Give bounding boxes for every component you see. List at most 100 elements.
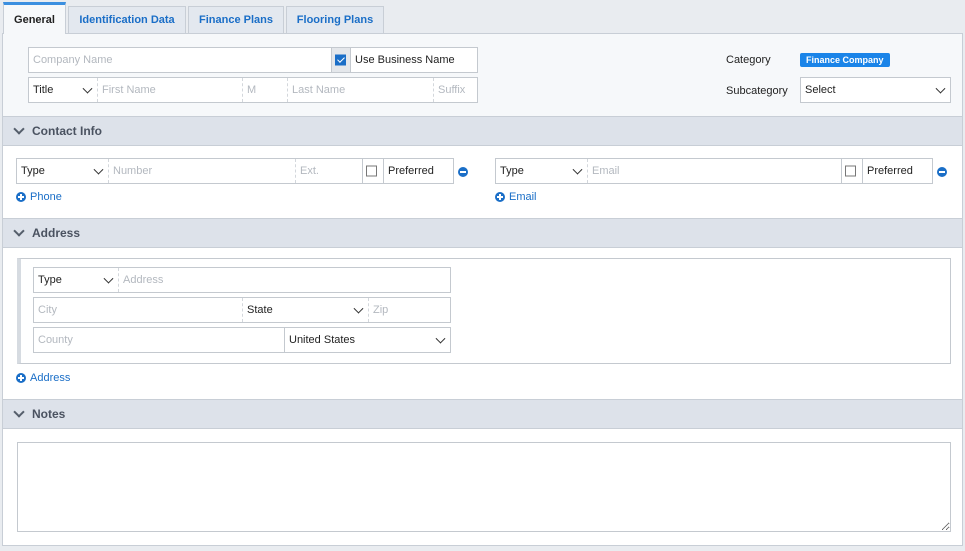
chevron-down-icon — [13, 406, 25, 418]
zip-placeholder: Zip — [373, 304, 389, 316]
chevron-down-icon — [13, 225, 25, 237]
subcategory-select[interactable]: Select — [800, 77, 951, 103]
phone-ext-placeholder: Ext. — [300, 165, 319, 177]
tab-label: Finance Plans — [199, 14, 273, 26]
email-type-value: Type — [500, 165, 524, 177]
phone-preferred-label: Preferred — [388, 165, 434, 177]
minus-circle-icon[interactable] — [458, 167, 468, 177]
phone-type-value: Type — [21, 165, 45, 177]
use-business-name-checkbox-cell[interactable] — [331, 48, 351, 72]
add-phone-link[interactable]: Phone — [16, 191, 62, 203]
section-title: Contact Info — [32, 124, 102, 138]
contact-info-body: Type Number Ext. Preferred Phone Type Em… — [3, 146, 962, 218]
chevron-down-icon — [93, 164, 104, 175]
add-phone-label: Phone — [30, 191, 62, 203]
plus-circle-icon — [16, 192, 26, 202]
email-type-select[interactable]: Type — [496, 159, 587, 183]
chevron-down-icon — [435, 333, 446, 344]
subcategory-select-value: Select — [801, 78, 950, 102]
phone-type-select[interactable]: Type — [17, 159, 108, 183]
zip-input[interactable]: Zip — [368, 298, 450, 322]
chevron-down-icon — [82, 83, 93, 94]
last-name-placeholder: Last Name — [292, 84, 346, 96]
address-placeholder: Address — [123, 274, 164, 286]
category-label: Category — [726, 54, 771, 66]
phone-group: Type Number Ext. Preferred — [16, 158, 454, 184]
address-card: Type Address City State Zip County Unite… — [17, 258, 951, 364]
person-name-group: Title First Name M Last Name Suffix — [28, 77, 478, 103]
phone-number-input[interactable]: Number — [108, 159, 295, 183]
notes-header[interactable]: Notes — [3, 399, 962, 429]
add-address-label: Address — [30, 372, 71, 384]
plus-circle-icon — [16, 373, 26, 383]
county-placeholder: County — [38, 334, 73, 346]
phone-preferred-checkbox-cell[interactable] — [362, 159, 384, 183]
city-input[interactable]: City — [34, 298, 242, 322]
chevron-down-icon — [572, 164, 583, 175]
email-group: Type Email Preferred — [495, 158, 933, 184]
tab-label: General — [14, 13, 55, 26]
subcategory-select-text: Select — [805, 84, 836, 96]
chevron-down-icon — [13, 123, 25, 135]
address-input[interactable]: Address — [118, 268, 450, 292]
tab-bar: General Identification Data Finance Plan… — [0, 0, 965, 34]
city-placeholder: City — [38, 304, 57, 316]
chevron-down-icon — [353, 303, 364, 314]
country-select[interactable]: United States — [284, 328, 450, 352]
tab-identification-data[interactable]: Identification Data — [68, 6, 186, 33]
use-business-name-label: Use Business Name — [355, 54, 455, 66]
chevron-down-icon — [935, 83, 946, 94]
phone-ext-input[interactable]: Ext. — [295, 159, 362, 183]
add-email-link[interactable]: Email — [495, 191, 537, 203]
contact-info-header[interactable]: Contact Info — [3, 116, 962, 146]
middle-initial-input[interactable]: M — [242, 78, 287, 102]
checkbox-icon[interactable] — [335, 54, 346, 66]
email-input[interactable]: Email — [587, 159, 841, 183]
middle-initial-placeholder: M — [247, 84, 257, 96]
address-type-select[interactable]: Type — [34, 268, 118, 292]
tab-general[interactable]: General — [3, 2, 66, 34]
suffix-placeholder: Suffix — [438, 84, 466, 96]
address-body: Type Address City State Zip County Unite… — [3, 248, 962, 399]
email-preferred-label: Preferred — [867, 165, 913, 177]
notes-body — [3, 429, 962, 545]
county-country-group: County United States — [33, 327, 451, 353]
checkbox-icon[interactable] — [845, 165, 856, 177]
company-name-group: Company Name Use Business Name — [28, 47, 478, 73]
last-name-input[interactable]: Last Name — [287, 78, 433, 102]
tab-flooring-plans[interactable]: Flooring Plans — [286, 6, 384, 33]
company-name-placeholder: Company Name — [33, 54, 113, 66]
email-placeholder: Email — [592, 165, 620, 177]
tab-label: Identification Data — [79, 14, 175, 26]
section-title: Notes — [32, 407, 66, 421]
suffix-input[interactable]: Suffix — [433, 78, 477, 102]
country-select-value: United States — [289, 334, 356, 346]
notes-textarea[interactable] — [17, 442, 951, 532]
add-email-label: Email — [509, 191, 537, 203]
address-line-group: Type Address — [33, 267, 451, 293]
state-select-value: State — [247, 304, 273, 316]
title-select[interactable]: Title — [29, 78, 97, 102]
state-select[interactable]: State — [242, 298, 368, 322]
minus-circle-icon[interactable] — [937, 167, 947, 177]
subcategory-label: Subcategory — [726, 85, 788, 97]
phone-number-placeholder: Number — [113, 165, 153, 177]
tab-finance-plans[interactable]: Finance Plans — [188, 6, 284, 33]
address-type-value: Type — [38, 274, 62, 286]
section-title: Address — [32, 226, 81, 240]
add-address-link[interactable]: Address — [16, 372, 70, 384]
first-name-input[interactable]: First Name — [97, 78, 242, 102]
plus-circle-icon — [495, 192, 505, 202]
general-panel: Company Name Use Business Name Title Fir… — [2, 33, 963, 546]
company-name-input[interactable]: Company Name — [29, 48, 331, 72]
county-input[interactable]: County — [34, 328, 284, 352]
tab-label: Flooring Plans — [296, 14, 374, 26]
title-select-value: Title — [33, 84, 54, 96]
checkbox-icon[interactable] — [366, 165, 377, 177]
address-header[interactable]: Address — [3, 218, 962, 248]
first-name-placeholder: First Name — [102, 84, 156, 96]
city-state-zip-group: City State Zip — [33, 297, 451, 323]
chevron-down-icon — [103, 273, 114, 284]
category-badge: Finance Company — [800, 53, 890, 67]
email-preferred-checkbox-cell[interactable] — [841, 159, 863, 183]
